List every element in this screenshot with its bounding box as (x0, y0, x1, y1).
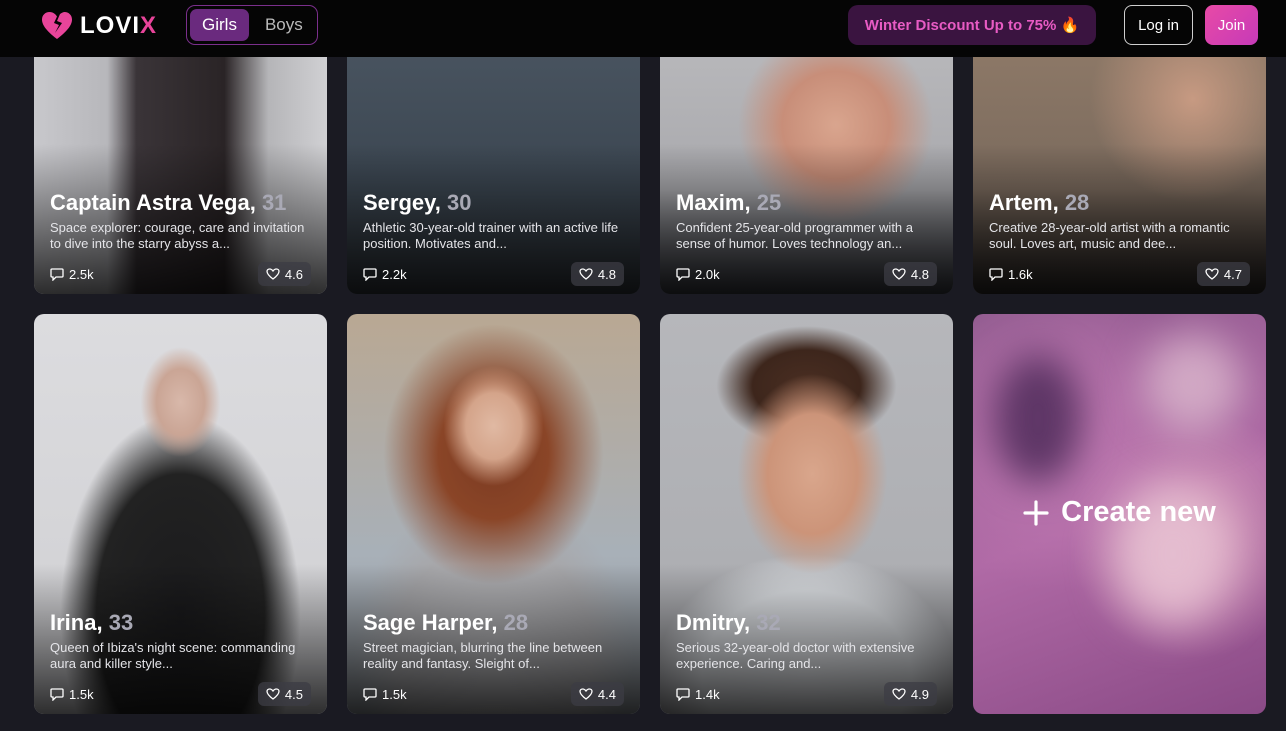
character-card[interactable]: Captain Astra Vega, 31 Space explorer: c… (34, 34, 327, 294)
rating-value: 4.8 (597, 266, 616, 282)
chat-bubble-icon (363, 267, 377, 281)
rating-value: 4.4 (597, 686, 616, 702)
rating-value: 4.8 (910, 266, 929, 282)
chat-bubble-icon (50, 687, 64, 701)
character-name: Sergey, (363, 190, 441, 215)
join-button[interactable]: Join (1205, 5, 1258, 45)
like-rating[interactable]: 4.6 (257, 262, 311, 286)
create-new-label: Create new (1061, 496, 1216, 528)
create-new-card[interactable]: Create new (973, 314, 1266, 714)
chat-bubble-icon (676, 687, 690, 701)
character-description: Creative 28-year-old artist with a roman… (989, 220, 1230, 251)
logo-text: LOVI (80, 12, 141, 39)
chat-count: 2.2k (382, 266, 407, 282)
chat-bubble-icon (50, 267, 64, 281)
character-description: Confident 25-year-old programmer with a … (676, 220, 913, 251)
character-card[interactable]: Maxim, 25 Confident 25-year-old programm… (660, 34, 953, 294)
character-name: Sage Harper, (363, 610, 498, 635)
chat-count: 1.4k (695, 686, 720, 702)
character-age: 33 (108, 610, 134, 635)
plus-icon (1023, 499, 1049, 526)
character-age: 31 (261, 190, 287, 215)
heart-icon (579, 268, 593, 280)
chat-bubble-icon (363, 687, 377, 701)
like-rating[interactable]: 4.8 (570, 262, 624, 286)
like-rating[interactable]: 4.5 (257, 682, 311, 706)
top-navigation-bar: LOVIX Girls Boys Winter Discount Up to 7… (0, 0, 1286, 57)
heart-icon (1205, 268, 1219, 280)
character-card[interactable]: Artem, 28 Creative 28-year-old artist wi… (973, 34, 1266, 294)
chat-count: 2.5k (69, 266, 94, 282)
rating-value: 4.5 (284, 686, 303, 702)
character-description: Serious 32-year-old doctor with extensiv… (676, 640, 915, 671)
character-name: Captain Astra Vega, (50, 190, 256, 215)
like-rating[interactable]: 4.8 (883, 262, 937, 286)
character-name: Maxim, (676, 190, 751, 215)
character-age: 28 (503, 610, 529, 635)
gender-toggle: Girls Boys (186, 5, 318, 45)
heart-icon (266, 268, 280, 280)
chat-bubble-icon (989, 267, 1003, 281)
winter-discount-banner[interactable]: Winter Discount Up to 75% 🔥 (848, 5, 1096, 45)
tab-boys[interactable]: Boys (253, 9, 315, 41)
character-age: 28 (1064, 190, 1090, 215)
rating-value: 4.9 (910, 686, 929, 702)
tab-girls[interactable]: Girls (190, 9, 249, 41)
chat-count: 1.6k (1008, 266, 1033, 282)
character-age: 25 (756, 190, 782, 215)
character-description: Athletic 30-year-old trainer with an act… (363, 220, 619, 251)
character-card[interactable]: Sage Harper, 28 Street magician, blurrin… (347, 314, 640, 714)
heart-icon (892, 688, 906, 700)
like-rating[interactable]: 4.7 (1196, 262, 1250, 286)
character-description: Queen of Ibiza's night scene: commanding… (50, 640, 296, 671)
chat-bubble-icon (676, 267, 690, 281)
rating-value: 4.7 (1223, 266, 1242, 282)
chat-count: 1.5k (382, 686, 407, 702)
character-card[interactable]: Irina, 33 Queen of Ibiza's night scene: … (34, 314, 327, 714)
heart-icon (892, 268, 906, 280)
character-age: 30 (446, 190, 472, 215)
heart-logo-icon (41, 11, 73, 41)
character-card[interactable]: Dmitry, 32 Serious 32-year-old doctor wi… (660, 314, 953, 714)
chat-count: 1.5k (69, 686, 94, 702)
logo[interactable]: LOVIX (41, 11, 157, 41)
character-description: Street magician, blurring the line betwe… (363, 640, 603, 671)
character-description: Space explorer: courage, care and invita… (50, 220, 305, 251)
heart-icon (579, 688, 593, 700)
like-rating[interactable]: 4.9 (883, 682, 937, 706)
character-name: Irina, (50, 610, 103, 635)
login-button[interactable]: Log in (1124, 5, 1193, 45)
character-card[interactable]: Sergey, 30 Athletic 30-year-old trainer … (347, 34, 640, 294)
logo-text-accent: X (140, 12, 158, 39)
like-rating[interactable]: 4.4 (570, 682, 624, 706)
character-name: Artem, (989, 190, 1059, 215)
heart-icon (266, 688, 280, 700)
character-age: 32 (756, 610, 781, 635)
rating-value: 4.6 (284, 266, 303, 282)
chat-count: 2.0k (695, 266, 720, 282)
character-name: Dmitry, (676, 610, 751, 635)
